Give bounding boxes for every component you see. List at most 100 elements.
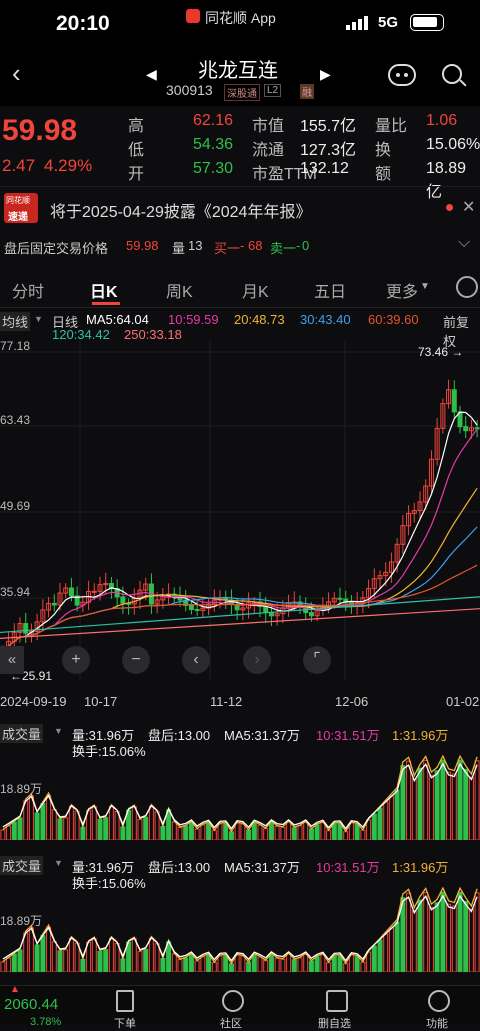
stock-code: 300913 <box>166 82 213 98</box>
order-icon[interactable] <box>116 990 134 1012</box>
volume-dropdown-icon: ▼ <box>54 726 63 736</box>
x-axis: 2024-09-19 10-17 11-12 12-06 01-02 <box>0 692 480 712</box>
tab-monthly-k[interactable]: 月K <box>242 278 269 302</box>
ma120-line <box>0 596 480 634</box>
tab-intraday[interactable]: 分时 <box>12 278 44 302</box>
volume-bar <box>6 825 12 840</box>
y-tick: 49.69 <box>0 499 30 513</box>
news-logo-icon: 同花顺 速递 <box>4 193 38 223</box>
volume-bar <box>388 927 394 972</box>
volume-bar <box>320 954 326 972</box>
index-pct: 3.78% <box>30 1016 62 1028</box>
zoom-out-icon[interactable]: − <box>122 646 150 674</box>
after-hours-vol: 13 <box>188 238 203 253</box>
pan-right-icon[interactable]: › <box>243 646 271 674</box>
back-icon[interactable]: ‹ <box>12 58 21 89</box>
remove-watchlist-button[interactable]: 删自选 <box>318 1015 351 1031</box>
candle-body <box>337 597 343 600</box>
volume-bar <box>434 902 440 972</box>
indicator-selector[interactable]: 均线 <box>0 312 31 331</box>
candle-body <box>308 612 314 617</box>
prev-stock-icon[interactable]: ◀ <box>146 66 157 83</box>
volume-indicator-selector[interactable]: 成交量 <box>0 724 44 743</box>
volume-bar <box>406 760 412 840</box>
robot-assistant-icon[interactable] <box>388 64 416 86</box>
volume-bar <box>377 807 383 840</box>
network-label: 5G <box>378 14 399 31</box>
quote-value: 54.36 <box>193 136 234 153</box>
volume-bar <box>68 805 74 840</box>
tab-five-day[interactable]: 五日 <box>314 278 346 302</box>
volume-bar <box>46 926 52 972</box>
zoom-in-icon[interactable]: + <box>62 646 90 674</box>
volume-bar <box>440 759 446 840</box>
bid1-value: 68 <box>248 238 263 253</box>
after-hours-row[interactable]: 盘后固定交易价格 59.98 量 13 买一 - 68 卖一 - 0 ⌵ <box>0 230 480 262</box>
next-stock-icon[interactable]: ▶ <box>320 66 331 83</box>
ma10-value: 10:59.59 <box>168 312 219 327</box>
expand-chevron-icon[interactable]: ⌵ <box>458 234 470 252</box>
volume-dropdown-icon: ▼ <box>54 858 63 868</box>
volume-ma10: 10:31.51万 <box>316 728 380 743</box>
volume-bar <box>303 821 309 840</box>
volume-bar <box>177 827 183 840</box>
volume-bar <box>80 958 86 972</box>
volume-bar <box>286 953 292 972</box>
volume-bar <box>28 795 34 840</box>
volume-bar <box>51 941 57 972</box>
scroll-left-icon[interactable]: « <box>0 646 24 674</box>
index-value[interactable]: 2060.44 <box>4 996 58 1013</box>
tab-more[interactable]: 更多 <box>386 278 418 302</box>
volume-bar <box>468 776 474 840</box>
volume-bar <box>120 826 126 840</box>
candle-body <box>51 602 57 606</box>
close-icon[interactable]: ✕ <box>462 197 475 217</box>
news-banner[interactable]: 同花顺 速递 将于2025-04-29披露《2024年年报》 ✕ <box>0 186 480 230</box>
volume-bar <box>200 956 206 972</box>
volume-bar <box>257 956 263 972</box>
status-app-name: 同花顺 App <box>205 10 276 26</box>
volume-bar <box>274 957 280 972</box>
settings-icon[interactable] <box>456 276 478 298</box>
volume-bar <box>291 827 297 840</box>
volume-bar <box>40 803 46 840</box>
volume-bar <box>428 906 434 972</box>
volume-bar <box>34 812 40 840</box>
volume-bar <box>331 823 337 840</box>
volume-bar <box>228 963 234 972</box>
volume-bar <box>160 958 166 972</box>
candlestick-chart[interactable]: 77.1863.4349.6935.9473.46 →←25.91 <box>0 340 480 690</box>
volume-ma-line <box>2 894 478 962</box>
tab-daily-k[interactable]: 日K <box>90 278 118 302</box>
functions-button[interactable]: 功能 <box>426 1015 448 1031</box>
bottom-bar: ▲ 2060.44 3.78% 下单 社区 删自选 功能 <box>0 984 480 1030</box>
volume-bar <box>240 955 246 972</box>
pan-left-icon[interactable]: ‹ <box>182 646 210 674</box>
fullscreen-icon[interactable]: ⌜ <box>303 646 331 674</box>
app-logo-icon <box>186 9 200 23</box>
candle-body <box>474 427 480 430</box>
volume-bar <box>320 822 326 840</box>
remove-watchlist-icon[interactable] <box>326 990 348 1012</box>
volume-bar <box>148 805 154 840</box>
news-logo-bottom: 速递 <box>8 212 28 223</box>
volume-bar <box>103 817 109 840</box>
order-button[interactable]: 下单 <box>114 1015 136 1031</box>
volume-bar <box>120 958 126 972</box>
high-price-label: 73.46 → <box>418 345 463 359</box>
volume-indicator-selector[interactable]: 成交量 <box>0 856 44 875</box>
volume-bar <box>6 957 12 972</box>
volume-bar <box>68 937 74 972</box>
community-button[interactable]: 社区 <box>220 1015 242 1031</box>
status-bar: 20:10 同花顺 App 5G <box>0 0 480 46</box>
volume-ma1: 1:31.96万 <box>392 728 449 743</box>
volume-after-hours: 盘后:13.00 <box>148 860 211 875</box>
volume-bar <box>331 955 337 972</box>
tab-weekly-k[interactable]: 周K <box>166 278 193 302</box>
community-icon[interactable] <box>222 990 244 1012</box>
volume-bar <box>451 905 457 972</box>
ma30-value: 30:43.40 <box>300 312 351 327</box>
volume-bar <box>263 828 269 840</box>
functions-icon[interactable] <box>428 990 450 1012</box>
volume-ma5: MA5:31.37万 <box>224 860 300 875</box>
